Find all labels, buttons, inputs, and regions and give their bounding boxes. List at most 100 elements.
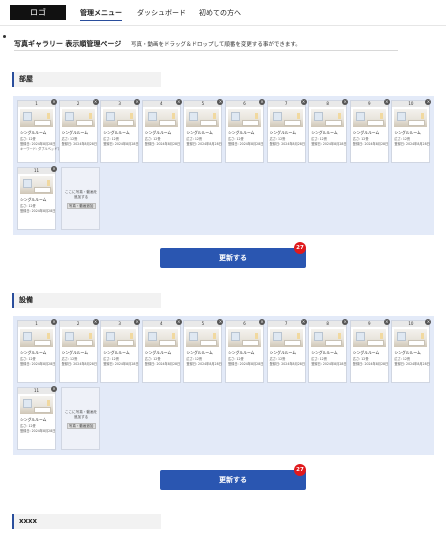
card-number: 6 xyxy=(226,101,263,107)
room-photo-icon xyxy=(311,329,345,347)
photo-card[interactable]: 3 × シングルルーム 広さ: 12畳 登録日: 2024年8月28日 xyxy=(100,319,141,383)
room-photo-icon xyxy=(103,109,137,127)
close-icon[interactable]: × xyxy=(425,99,432,105)
nav-item-admin-menu[interactable]: 管理メニュー xyxy=(80,8,122,21)
card-number: 3 xyxy=(101,321,139,327)
card-number: 10 xyxy=(392,321,430,327)
close-icon[interactable]: × xyxy=(92,319,99,325)
close-icon[interactable]: × xyxy=(51,319,57,325)
card-meta-date: 登録日: 2024年8月28日 xyxy=(20,209,56,213)
card-number: 6 xyxy=(226,321,263,327)
add-media-button[interactable]: 写真・動画追加 xyxy=(66,203,96,209)
room-photo-icon xyxy=(20,396,53,414)
close-icon[interactable]: × xyxy=(383,319,390,325)
card-number: 8 xyxy=(309,321,347,327)
photo-card[interactable]: 10 × シングルルーム 広さ: 12畳 登録日: 2024年8月28日 xyxy=(391,99,432,163)
photo-card[interactable]: 5 × シングルルーム 広さ: 12畳 登録日: 2024年8月28日 xyxy=(183,99,224,163)
photo-card[interactable]: 4 × シングルルーム 広さ: 12畳 登録日: 2024年8月28日 xyxy=(141,99,182,163)
room-photo-icon xyxy=(144,329,178,347)
card-meta-date: 登録日: 2024年8月28日 xyxy=(352,362,389,366)
photo-card[interactable]: 3 × シングルルーム 広さ: 12畳 登録日: 2024年8月28日 xyxy=(100,99,141,163)
room-photo-icon xyxy=(352,109,386,127)
card-meta-date: 登録日: 2024年8月28日 xyxy=(144,142,181,146)
photo-card[interactable]: 4 × シングルルーム 広さ: 12畳 登録日: 2024年8月28日 xyxy=(141,319,182,383)
close-icon[interactable]: × xyxy=(300,99,307,105)
photo-card[interactable]: 2 × シングルルーム 広さ: 12畳 登録日: 2024年8月28日 xyxy=(58,319,99,383)
photo-card[interactable]: 9 × シングルルーム 広さ: 12畳 登録日: 2024年8月28日 xyxy=(349,99,390,163)
card-meta-date: 登録日: 2024年8月28日 xyxy=(103,142,139,146)
close-icon[interactable]: × xyxy=(51,386,57,392)
card-number: 2 xyxy=(59,101,97,107)
logo[interactable]: ロゴ xyxy=(10,5,66,20)
card-meta-date: 登録日: 2024年8月28日 xyxy=(269,362,306,366)
close-icon[interactable]: × xyxy=(383,99,390,105)
nav-item-dashboard[interactable]: ダッシュボード xyxy=(137,8,186,18)
section-heading: xxxx xyxy=(12,514,161,529)
page-description: 写真・動画をドラッグ＆ドロップして順番を変更する事ができます。 xyxy=(131,42,301,48)
close-icon[interactable]: × xyxy=(342,319,349,325)
card-number: 11 xyxy=(18,388,55,394)
add-media-dropzone[interactable]: ここに写真・動画を追加する 写真・動画追加 xyxy=(60,167,100,230)
photo-card[interactable]: 1 × シングルルーム 広さ: 12畳 登録日: 2024年8月28日 キーワード: ダブ… xyxy=(17,99,60,163)
close-icon[interactable]: × xyxy=(134,99,141,105)
card-number: 7 xyxy=(267,321,305,327)
photo-card[interactable]: 10 × シングルルーム 広さ: 12畳 登録日: 2024年8月28日 xyxy=(391,319,432,383)
card-meta-date: 登録日: 2024年8月28日 xyxy=(20,429,56,433)
photo-card[interactable]: 1 × シングルルーム 広さ: 12畳 登録日: 2024年8月28日 xyxy=(17,319,57,383)
close-icon[interactable]: × xyxy=(342,99,349,105)
card-number: 1 xyxy=(18,321,55,327)
photo-card[interactable]: 7 × シングルルーム 広さ: 12畳 登録日: 2024年8月28日 xyxy=(266,319,307,383)
photo-card[interactable]: 7 × シングルルーム 広さ: 12畳 登録日: 2024年8月28日 xyxy=(266,99,307,163)
photo-card[interactable]: 11 × シングルルーム 広さ: 12畳 登録日: 2024年8月28日 xyxy=(17,386,57,450)
room-photo-icon xyxy=(61,329,95,347)
update-button[interactable]: 更新する xyxy=(160,248,306,268)
close-icon[interactable]: × xyxy=(217,319,224,325)
card-meta-date: 登録日: 2024年8月28日 xyxy=(311,362,347,366)
close-icon[interactable]: × xyxy=(217,99,224,105)
room-photo-icon xyxy=(311,109,345,127)
close-icon[interactable]: × xyxy=(425,319,432,325)
card-number: 7 xyxy=(267,101,305,107)
close-icon[interactable]: × xyxy=(175,99,182,105)
room-photo-icon xyxy=(20,329,53,347)
close-icon[interactable]: × xyxy=(92,99,99,105)
photo-card[interactable]: 6 × シングルルーム 広さ: 12畳 登録日: 2024年8月28日 xyxy=(225,319,265,383)
card-number: 9 xyxy=(350,101,388,107)
photo-card[interactable]: 8 × シングルルーム 広さ: 12畳 登録日: 2024年8月28日 xyxy=(308,99,349,163)
room-photo-icon xyxy=(269,109,303,127)
room-photo-icon xyxy=(269,329,303,347)
card-meta-date: 登録日: 2024年8月28日 xyxy=(103,362,139,366)
card-meta-date: 登録日: 2024年8月28日 xyxy=(186,142,222,146)
photo-card[interactable]: 2 × シングルルーム 広さ: 12畳 登録日: 2024年8月28日 xyxy=(58,99,99,163)
photo-card[interactable]: 9 × シングルルーム 広さ: 12畳 登録日: 2024年8月28日 xyxy=(349,319,390,383)
close-icon[interactable]: × xyxy=(259,99,265,105)
card-meta-date: 登録日: 2024年8月28日 xyxy=(311,142,347,146)
card-number: 9 xyxy=(350,321,388,327)
card-meta-date: 登録日: 2024年8月28日 xyxy=(394,142,430,146)
close-icon[interactable]: × xyxy=(51,166,57,172)
gallery-panel: 1 × シングルルーム 広さ: 12畳 登録日: 2024年8月28日 2 × シングルルーム… xyxy=(13,316,434,455)
photo-card[interactable]: 8 × シングルルーム 広さ: 12畳 登録日: 2024年8月28日 xyxy=(308,319,349,383)
divider xyxy=(14,50,398,51)
add-media-text: ここに写真・動画を追加する xyxy=(64,410,98,419)
add-media-button[interactable]: 写真・動画追加 xyxy=(66,423,96,429)
close-icon[interactable]: × xyxy=(175,319,182,325)
card-meta-date: 登録日: 2024年8月28日 xyxy=(61,362,98,366)
close-icon[interactable]: × xyxy=(259,319,265,325)
card-meta-date: 登録日: 2024年8月28日 xyxy=(394,362,430,366)
close-icon[interactable]: × xyxy=(134,319,141,325)
card-number: 10 xyxy=(392,101,430,107)
add-media-dropzone[interactable]: ここに写真・動画を追加する 写真・動画追加 xyxy=(60,387,100,450)
photo-card[interactable]: 5 × シングルルーム 広さ: 12畳 登録日: 2024年8月28日 xyxy=(183,319,224,383)
close-icon[interactable]: × xyxy=(300,319,307,325)
update-button[interactable]: 更新する xyxy=(160,470,306,490)
card-number: 5 xyxy=(184,321,222,327)
photo-card[interactable]: 11 × シングルルーム 広さ: 12畳 登録日: 2024年8月28日 xyxy=(17,166,57,230)
card-number: 4 xyxy=(142,321,180,327)
count-badge: 27 xyxy=(294,242,306,254)
photo-card[interactable]: 6 × シングルルーム 広さ: 12畳 登録日: 2024年8月28日 xyxy=(225,99,265,163)
card-number: 3 xyxy=(101,101,139,107)
nav-item-beginners[interactable]: 初めての方へ xyxy=(199,8,241,18)
top-bar: ロゴ 管理メニュー ダッシュボード 初めての方へ xyxy=(0,0,446,26)
close-icon[interactable]: × xyxy=(51,99,57,105)
